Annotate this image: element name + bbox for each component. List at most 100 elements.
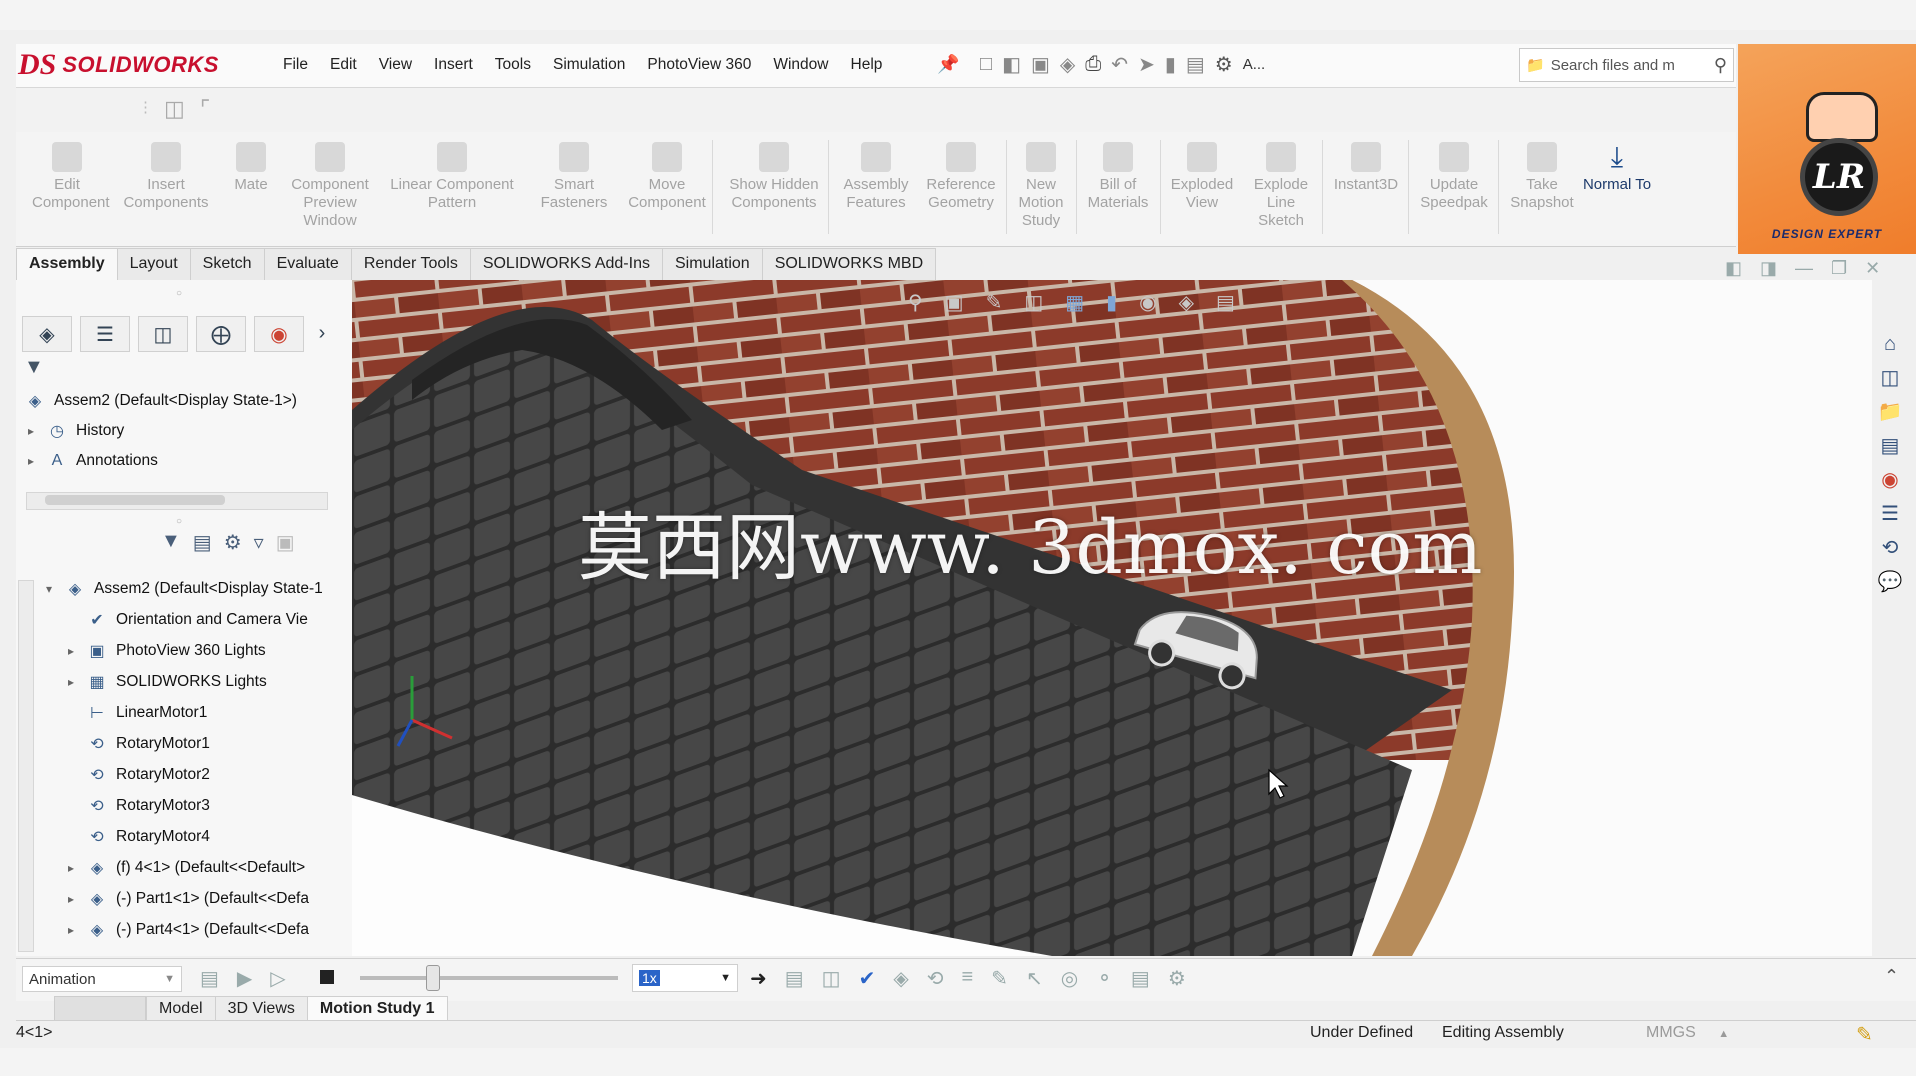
search-icon[interactable]: ⚲ bbox=[1714, 55, 1727, 76]
menu-simulation[interactable]: Simulation bbox=[542, 56, 636, 74]
expand-arrow-icon[interactable]: ▸ bbox=[24, 424, 38, 438]
playback-slider-knob[interactable] bbox=[426, 965, 440, 991]
appearance-icon[interactable]: ◈ bbox=[1179, 290, 1194, 315]
animation-wizard-icon[interactable]: ◫ bbox=[822, 966, 841, 991]
3d-scene[interactable] bbox=[352, 280, 1872, 956]
rebuild-status-icon[interactable]: ✎ bbox=[1856, 1022, 1873, 1047]
horizontal-scrollbar[interactable] bbox=[26, 492, 328, 510]
options-gear-icon[interactable]: ⚙ bbox=[1215, 52, 1233, 77]
move-component-button[interactable]: Move Component bbox=[622, 142, 712, 212]
take-snapshot-button[interactable]: Take Snapshot bbox=[1502, 142, 1582, 212]
autokey-icon[interactable]: ✔ bbox=[859, 966, 876, 991]
normal-to-button[interactable]: ⤓ Normal To bbox=[1582, 142, 1652, 194]
graphics-viewport[interactable]: ⚲ ▣ ✎ ◫ ▦ ▮ ◉ ◈ ▤ 莫西网www. 3dmox. com bbox=[352, 280, 1872, 956]
smart-fasteners-button[interactable]: Smart Fasteners bbox=[534, 142, 614, 212]
save-animation-icon[interactable]: ▤ bbox=[785, 966, 804, 991]
pin-icon[interactable]: 📌 bbox=[937, 54, 959, 76]
reference-geometry-button[interactable]: Reference Geometry bbox=[918, 142, 1004, 212]
tab-render-tools[interactable]: Render Tools bbox=[350, 248, 471, 280]
expand-arrow-icon[interactable]: ▸ bbox=[64, 923, 78, 937]
tree-item-rotary-motor-2[interactable]: ⟲ RotaryMotor2 bbox=[86, 760, 210, 790]
tile-left-icon[interactable]: ◧ bbox=[1725, 258, 1742, 279]
playback-slider[interactable] bbox=[360, 976, 618, 980]
tree-item-annotations[interactable]: ▸ A Annotations bbox=[24, 446, 158, 476]
view-orientation-icon[interactable]: ▦ bbox=[1065, 290, 1084, 315]
tab-3d-views[interactable]: 3D Views bbox=[214, 996, 308, 1022]
menu-edit[interactable]: Edit bbox=[319, 56, 368, 74]
panel-splitter-dot[interactable]: ○ bbox=[176, 288, 182, 299]
previous-view-icon[interactable]: ✎ bbox=[986, 290, 1003, 315]
file-properties-icon[interactable]: ▤ bbox=[1186, 52, 1205, 77]
print-icon[interactable]: ⎙ bbox=[1085, 53, 1101, 76]
rebuild-icon[interactable]: ◈ bbox=[1060, 52, 1075, 77]
menu-photoview[interactable]: PhotoView 360 bbox=[636, 56, 762, 74]
camera-view-icon[interactable]: ▤ bbox=[193, 530, 212, 555]
smart-dimension-icon[interactable]: ⌜ bbox=[200, 96, 210, 122]
instant3d-button[interactable]: Instant3D bbox=[1326, 142, 1406, 194]
panel-splitter-dot[interactable]: ○ bbox=[176, 516, 182, 527]
view-palette-icon[interactable]: ▤ bbox=[1876, 432, 1904, 460]
tab-model[interactable]: Model bbox=[146, 996, 216, 1022]
dimxpert-tab-icon[interactable]: ⨁ bbox=[196, 316, 246, 352]
zoom-fit-icon[interactable]: ⚲ bbox=[908, 290, 923, 315]
undo-icon[interactable]: ↶ bbox=[1111, 52, 1128, 77]
tree-item-photoview-lights[interactable]: ▸ ▣ PhotoView 360 Lights bbox=[64, 636, 266, 666]
tile-right-icon[interactable]: ◨ bbox=[1760, 258, 1777, 279]
menu-insert[interactable]: Insert bbox=[423, 56, 484, 74]
tree-item-part4[interactable]: ▸ ◈ (-) Part4<1> (Default<<Defa bbox=[64, 915, 309, 945]
sketch-tool-icon[interactable]: ◫ bbox=[164, 96, 185, 122]
filter-icon[interactable]: ▼ bbox=[161, 530, 181, 555]
gear-filter-icon[interactable]: ⚙ bbox=[224, 530, 242, 555]
appearances-icon[interactable]: ◉ bbox=[1876, 466, 1904, 494]
assembly-features-button[interactable]: Assembly Features bbox=[836, 142, 916, 212]
contact-icon[interactable]: ◎ bbox=[1061, 966, 1078, 991]
tab-evaluate[interactable]: Evaluate bbox=[263, 248, 352, 280]
tab-mbd[interactable]: SOLIDWORKS MBD bbox=[761, 248, 937, 280]
filter-animated-icon[interactable]: ▿ bbox=[254, 530, 264, 555]
motion-study-properties-icon[interactable]: ⚙ bbox=[1168, 966, 1186, 991]
minimize-icon[interactable]: — bbox=[1795, 258, 1813, 279]
tree-item-part-f4[interactable]: ▸ ◈ (f) 4<1> (Default<<Default> bbox=[64, 853, 305, 883]
tree-item-linear-motor[interactable]: ⊢ LinearMotor1 bbox=[86, 698, 207, 728]
results-icon[interactable]: ▤ bbox=[1131, 966, 1150, 991]
bill-of-materials-button[interactable]: Bill of Materials bbox=[1080, 142, 1156, 212]
tree-item-rotary-motor-4[interactable]: ⟲ RotaryMotor4 bbox=[86, 822, 210, 852]
play-from-start-icon[interactable]: ▶ bbox=[237, 966, 252, 991]
linear-pattern-button[interactable]: Linear Component Pattern bbox=[382, 142, 522, 212]
tab-motion-study-1[interactable]: Motion Study 1 bbox=[306, 996, 448, 1022]
mate-button[interactable]: Mate bbox=[226, 142, 276, 194]
damper-icon[interactable]: ✎ bbox=[991, 966, 1008, 991]
collapse-arrow-icon[interactable]: ▾ bbox=[42, 582, 56, 596]
section-view-icon[interactable]: ◫ bbox=[1024, 290, 1043, 315]
solidworks-resources-icon[interactable]: ⟲ bbox=[1876, 534, 1904, 562]
search-input[interactable]: Search files and m bbox=[1551, 57, 1708, 74]
home-icon[interactable]: ⌂ bbox=[1876, 330, 1904, 358]
motor-icon[interactable]: ⟲ bbox=[927, 966, 944, 991]
close-icon[interactable]: ✕ bbox=[1865, 258, 1880, 279]
display-manager-tab-icon[interactable]: ◉ bbox=[254, 316, 304, 352]
menu-file[interactable]: File bbox=[272, 56, 319, 74]
gravity-icon[interactable]: ⚬ bbox=[1096, 966, 1113, 991]
search-box[interactable]: 📁 Search files and m ⚲ bbox=[1519, 48, 1734, 82]
select-icon[interactable]: ➤ bbox=[1138, 52, 1155, 77]
spring-icon[interactable]: ≡ bbox=[962, 966, 974, 991]
force-icon[interactable]: ↖ bbox=[1026, 966, 1043, 991]
expand-arrow-icon[interactable]: ▸ bbox=[64, 675, 78, 689]
solidworks-logo[interactable]: DS SOLIDWORKS bbox=[18, 44, 233, 86]
restore-icon[interactable]: ❐ bbox=[1831, 258, 1847, 279]
new-motion-study-button[interactable]: New Motion Study bbox=[1010, 142, 1072, 230]
insert-components-button[interactable]: Insert Components bbox=[116, 142, 216, 212]
file-explorer-icon[interactable]: 📁 bbox=[1876, 398, 1904, 426]
playback-mode-arrow-icon[interactable]: ➜ bbox=[750, 966, 767, 991]
quick-truncated[interactable]: A... bbox=[1243, 56, 1266, 73]
calculate-icon[interactable]: ▤ bbox=[200, 966, 219, 991]
tab-navigation-arrows[interactable] bbox=[54, 996, 146, 1022]
configuration-manager-tab-icon[interactable]: ◫ bbox=[138, 316, 188, 352]
tab-sketch[interactable]: Sketch bbox=[189, 248, 265, 280]
scroll-thumb[interactable] bbox=[45, 495, 225, 505]
property-manager-tab-icon[interactable]: ☰ bbox=[80, 316, 130, 352]
menu-tools[interactable]: Tools bbox=[484, 56, 542, 74]
new-file-icon[interactable]: □ bbox=[980, 53, 992, 76]
save-icon[interactable]: ▣ bbox=[1031, 52, 1050, 77]
display-style-icon[interactable]: ▮ bbox=[1106, 290, 1117, 315]
